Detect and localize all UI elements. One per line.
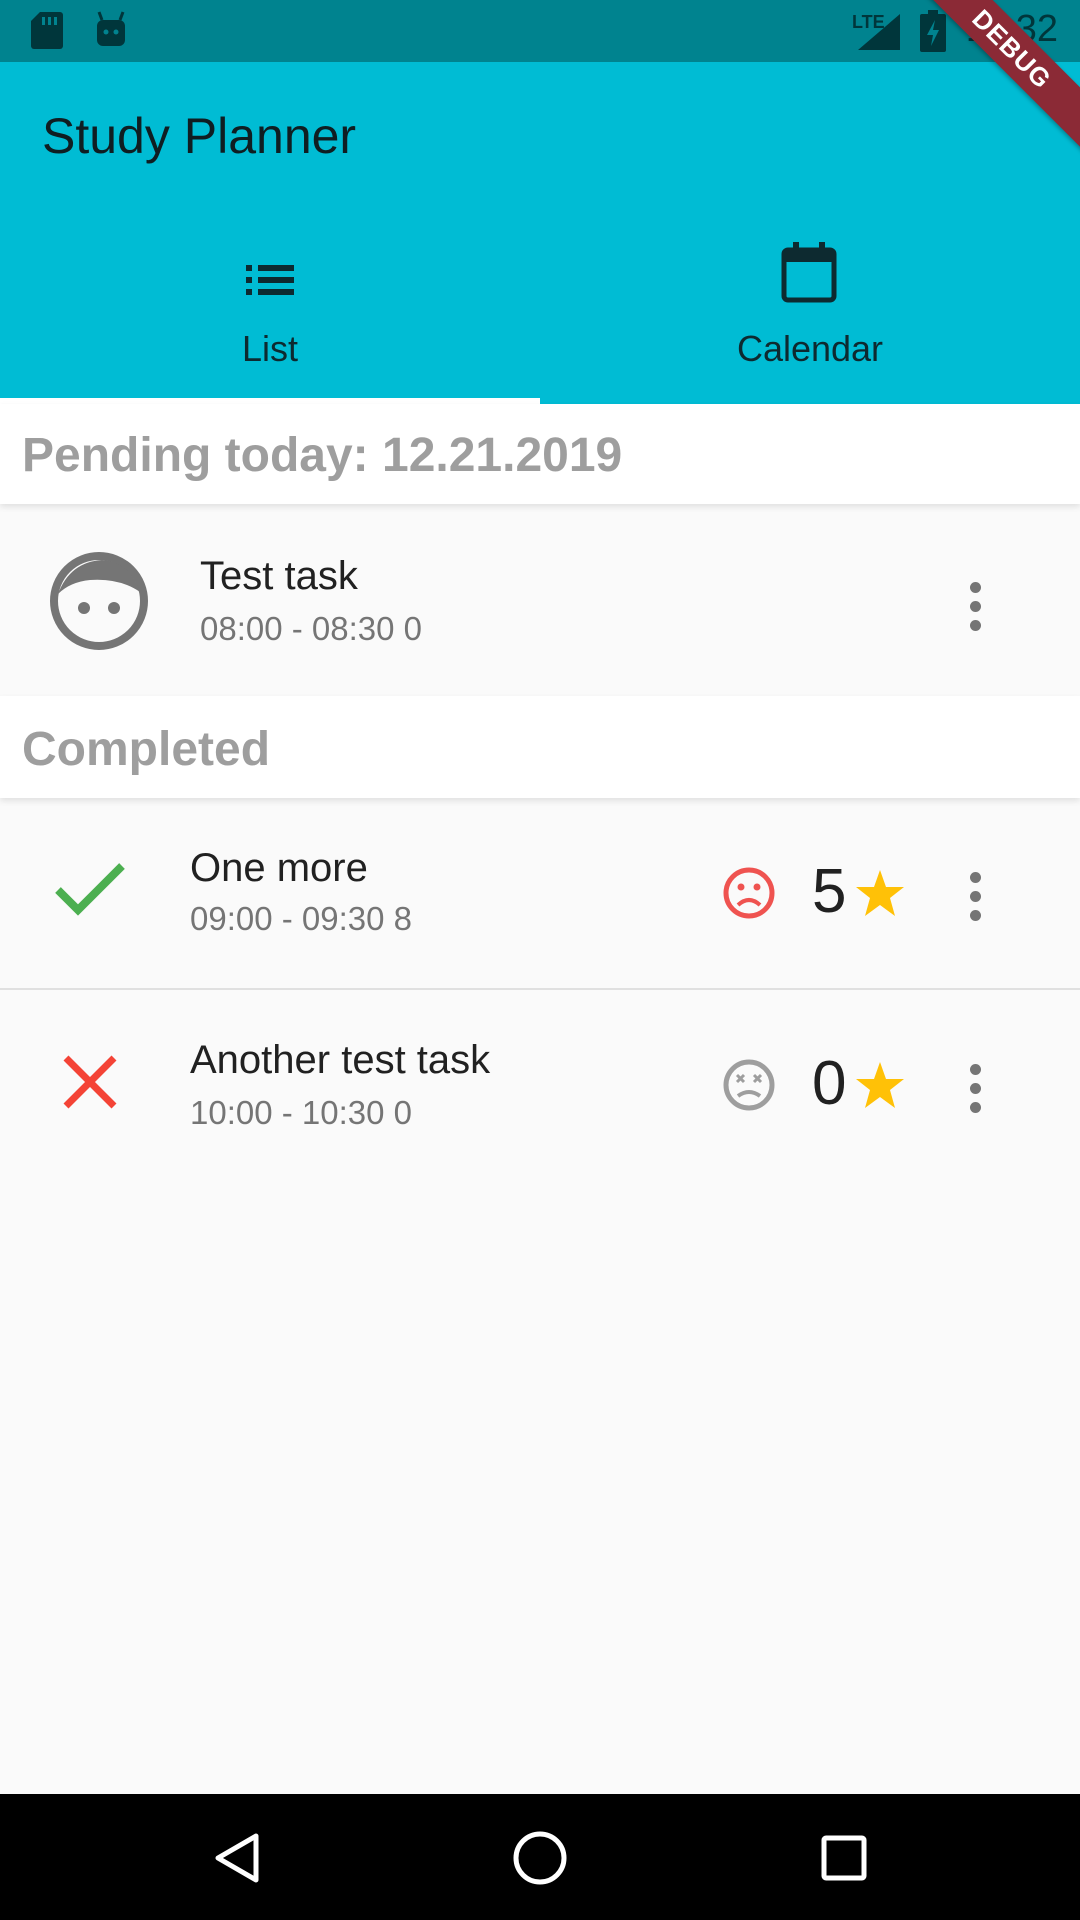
sad-face-icon — [723, 867, 775, 919]
completed-task-row[interactable]: One more 09:00 - 09:30 8 5 — [0, 798, 1080, 988]
task-title: Another test task — [190, 1038, 491, 1082]
check-icon — [55, 863, 125, 916]
app-title: Study Planner — [42, 108, 357, 164]
battery-charging-icon — [920, 10, 946, 52]
tab-list-label: List — [241, 328, 299, 369]
pending-header-text: Pending today: 12.21.2019 — [22, 429, 623, 482]
completed-header-text: Completed — [22, 723, 271, 776]
rating-value: 0 — [812, 1049, 847, 1118]
more-options-icon[interactable] — [963, 582, 987, 639]
tab-list[interactable]: List — [0, 242, 540, 402]
calendar-icon — [781, 242, 837, 303]
home-icon[interactable] — [512, 1830, 568, 1886]
android-icon — [97, 11, 125, 46]
more-options-icon[interactable] — [963, 872, 987, 929]
status-bar: LTE 11:32 — [0, 0, 1080, 62]
star-icon — [856, 1062, 904, 1108]
completed-task-row[interactable]: Another test task 10:00 - 10:30 0 0 — [0, 990, 1080, 1182]
tab-calendar[interactable]: Calendar — [540, 242, 1080, 402]
signal-icon — [858, 14, 900, 50]
task-subtitle: 09:00 - 09:30 8 — [190, 900, 413, 937]
face-icon — [50, 552, 148, 650]
task-title: Test task — [200, 554, 358, 598]
pending-task-row[interactable]: Test task 08:00 - 08:30 0 — [0, 504, 1080, 696]
star-icon — [856, 870, 904, 916]
tab-calendar-label: Calendar — [736, 328, 884, 369]
task-subtitle: 10:00 - 10:30 0 — [190, 1094, 413, 1131]
pending-section-header: Pending today: 12.21.2019 — [0, 404, 1080, 504]
app-bar: Study Planner List Calendar — [0, 62, 1080, 404]
completed-section-header: Completed — [0, 696, 1080, 798]
recents-icon[interactable] — [820, 1834, 868, 1882]
back-icon[interactable] — [212, 1832, 260, 1884]
sd-card-icon — [31, 12, 63, 49]
more-options-icon[interactable] — [963, 1064, 987, 1121]
rating-value: 5 — [812, 857, 847, 926]
list-icon — [246, 265, 294, 295]
close-icon — [63, 1055, 117, 1109]
system-navigation-bar — [0, 1794, 1080, 1920]
dizzy-face-icon — [723, 1059, 775, 1111]
task-subtitle: 08:00 - 08:30 0 — [200, 610, 423, 647]
task-title: One more — [190, 846, 368, 890]
